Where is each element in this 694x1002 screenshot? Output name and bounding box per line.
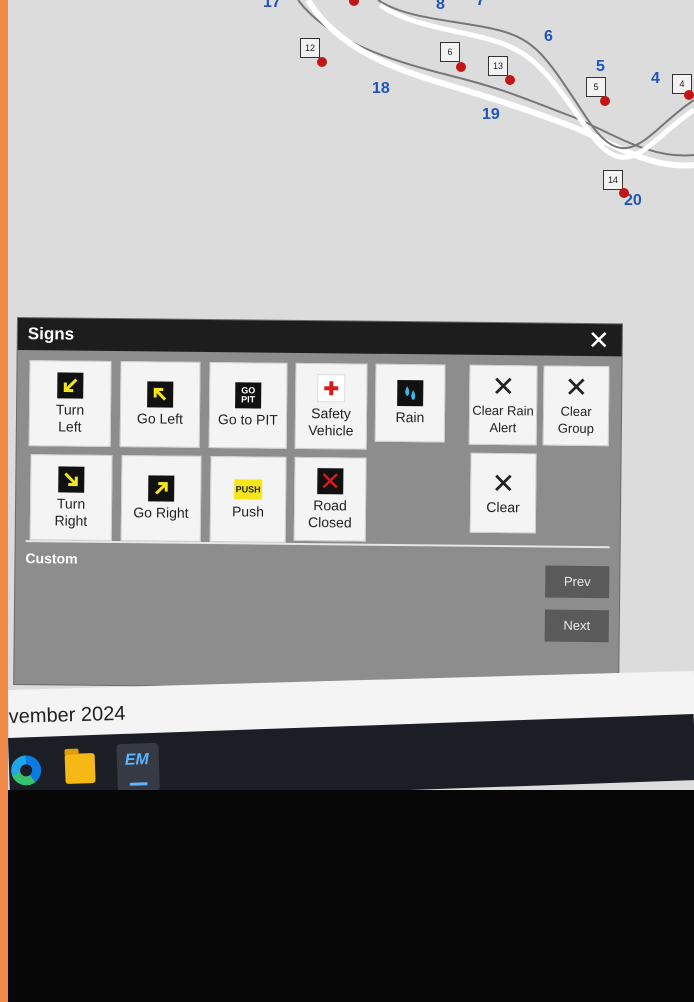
button-label: Push [231,502,265,520]
marker-dot [619,188,629,198]
panel-header: Signs ✕ [17,318,622,357]
signs-panel: Signs ✕ Turn Left Go Left GO PIT Go to P… [14,318,622,691]
map-label: 7 [476,0,485,9]
map-label: 8 [436,0,445,13]
marker-dot [600,96,610,106]
em-app-icon[interactable]: EM [116,742,160,793]
go-pit-icon: GO PIT [235,382,262,409]
arrow-down-right-icon [58,465,85,493]
panel-divider [25,540,610,549]
push-icon: PUSH [234,478,263,500]
map-label: 6 [544,28,553,45]
safety-vehicle-button[interactable]: Safety Vehicle [294,362,368,450]
map-label: 19 [482,106,500,123]
button-label: Clear Group [557,403,595,437]
browser-icon[interactable] [10,754,42,786]
go-pit-icon-text: GO PIT [241,385,256,405]
clear-rain-alert-button[interactable]: ✕ Clear Rain Alert [468,364,538,446]
clear-button[interactable]: ✕ Clear [469,452,537,534]
go-right-button[interactable]: Go Right [120,455,202,542]
button-label: Go to PIT [217,411,278,428]
em-app-icon-text: EM [124,751,150,769]
button-label: Turn Left [55,400,85,435]
button-label: Safety Vehicle [308,404,354,439]
go-to-pit-button[interactable]: GO PIT Go to PIT [208,362,288,449]
arrow-up-right-icon [148,475,175,502]
turn-marker-box[interactable]: 13 [488,56,508,76]
close-button[interactable]: ✕ [586,325,612,355]
map-label: 4 [651,70,660,87]
x-icon: ✕ [491,370,516,403]
map-label: 5 [596,58,605,75]
rain-drops-icon [397,379,424,407]
marker-dot [684,90,694,100]
clear-group-button[interactable]: ✕ Clear Group [542,365,610,447]
map-label: 17 [263,0,281,11]
date-text: vember 2024 [8,702,126,728]
next-button[interactable]: Next [544,609,609,643]
arrow-down-left-icon [57,371,84,399]
turn-right-button[interactable]: Turn Right [29,454,113,541]
track-lines [297,0,694,169]
x-icon: ✕ [564,371,589,403]
button-label: Road Closed [308,496,352,531]
button-label: Clear Rain Alert [472,402,534,436]
active-indicator [129,782,148,786]
button-label: Turn Right [54,494,88,529]
turn-marker-box[interactable]: 14 [603,170,623,190]
turn-left-button[interactable]: Turn Left [28,360,112,447]
turn-marker-box[interactable]: 12 [300,38,320,58]
map-label: 18 [372,80,390,97]
push-button[interactable]: PUSH Push [209,456,287,543]
road-closed-button[interactable]: ✕ Road Closed [293,456,367,542]
marker-dot [317,57,327,67]
custom-section-label: Custom [25,550,78,567]
button-label: Clear [486,498,520,515]
folder-icon[interactable] [64,752,96,785]
monitor-bezel [8,790,694,1002]
monitor-screen: 17 8 7 6 5 4 18 19 20 12 6 13 5 4 14 Sig… [8,0,694,810]
prev-button[interactable]: Prev [545,565,610,599]
red-cross-icon [317,373,346,402]
x-icon: ✕ [491,467,516,499]
red-x-icon: ✕ [317,466,344,496]
rain-button[interactable]: Rain [374,363,446,443]
go-left-button[interactable]: Go Left [119,361,201,448]
button-label: Rain [395,408,425,426]
marker-dot [505,75,515,85]
panel-title: Signs [27,324,75,344]
button-label: Go Right [133,504,189,521]
turn-marker-box[interactable]: 6 [440,42,460,62]
turn-marker-box[interactable]: 5 [586,77,606,97]
arrow-up-left-icon [147,381,174,408]
marker-dot [456,62,466,72]
track-map: 17 8 7 6 5 4 18 19 20 12 6 13 5 4 14 [8,0,694,320]
button-label: Go Left [136,410,183,427]
